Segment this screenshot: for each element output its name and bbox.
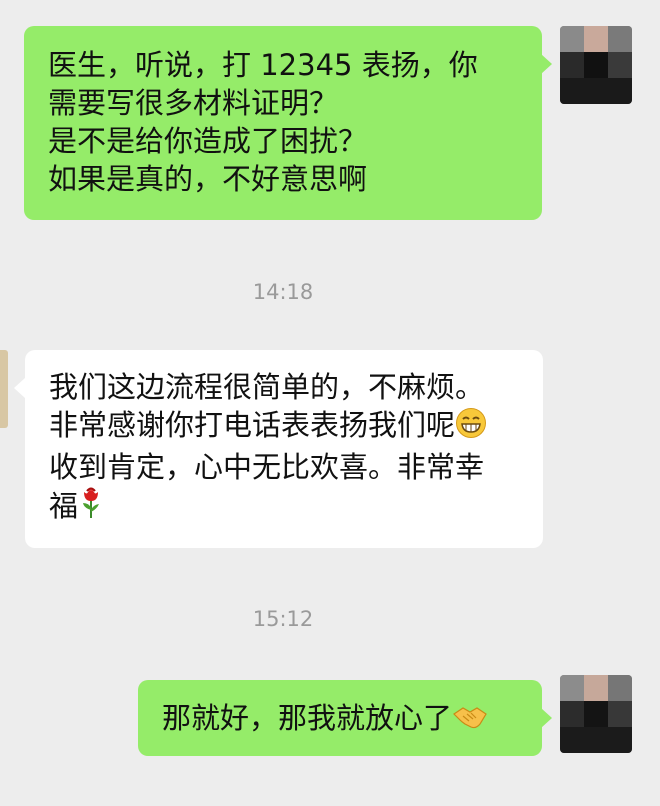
handshake-emoji	[452, 703, 488, 741]
bubble-tail	[541, 54, 552, 74]
message-line: 福	[49, 489, 79, 523]
message-bubble-sent[interactable]: 那就好，那我就放心了	[138, 680, 542, 756]
message-line: 是不是给你造成了困扰？	[48, 124, 368, 158]
avatar[interactable]	[560, 26, 632, 104]
timestamp: 14:18	[252, 280, 314, 304]
message-line: 非常感谢你打电话表表扬我们呢	[49, 408, 456, 442]
rose-emoji	[78, 486, 104, 529]
message-line-with-emoji: 福	[49, 486, 521, 529]
message-bubble-received[interactable]: 我们这边流程很简单的，不麻烦。 非常感谢你打电话表表扬我们呢 收到肯定，心中无比…	[25, 350, 543, 548]
chat-view: 医生，听说，打 12345 表扬，你 需要写很多材料证明？ 是不是给你造成了困扰…	[0, 0, 660, 806]
message-line: 医生，听说，打 12345 表扬，你	[48, 48, 478, 82]
grin-emoji	[455, 407, 487, 448]
message-bubble-sent[interactable]: 医生，听说，打 12345 表扬，你 需要写很多材料证明？ 是不是给你造成了困扰…	[24, 26, 542, 220]
message-line-with-emoji: 非常感谢你打电话表表扬我们呢	[49, 406, 521, 448]
message-line: 我们这边流程很简单的，不麻烦。	[49, 370, 485, 404]
message-line: 需要写很多材料证明？	[48, 86, 339, 120]
message-line: 收到肯定，心中无比欢喜。非常幸	[49, 450, 485, 484]
message-line: 如果是真的，不好意思啊	[48, 162, 368, 196]
bubble-tail	[541, 708, 552, 728]
timestamp: 15:12	[252, 607, 314, 631]
avatar[interactable]	[0, 350, 8, 428]
avatar[interactable]	[560, 675, 632, 753]
message-line-with-emoji: 那就好，那我就放心了	[162, 699, 520, 741]
message-line: 那就好，那我就放心了	[162, 701, 453, 735]
bubble-tail	[14, 378, 25, 398]
avatar-mosaic	[560, 26, 584, 52]
